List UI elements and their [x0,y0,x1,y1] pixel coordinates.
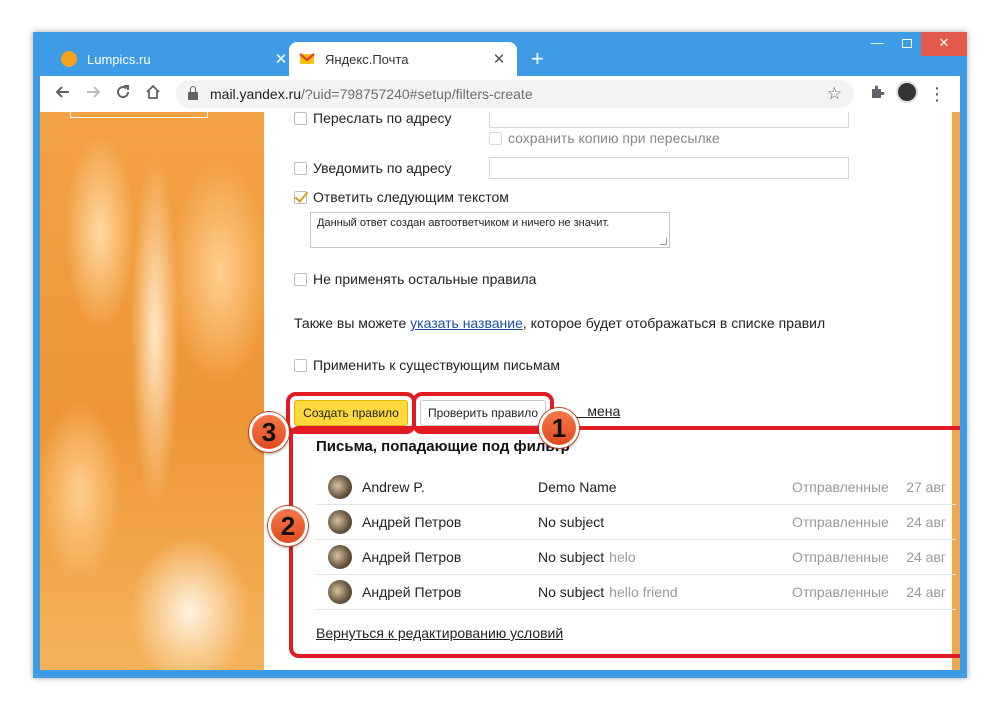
keep-copy-checkbox[interactable] [489,131,502,145]
tab-title: Lumpics.ru [87,51,151,67]
tab-strip: Lumpics.ru ✕ Яндекс.Почта ✕ + — ✕ [33,32,967,76]
resize-handle-icon[interactable] [660,238,667,245]
browser-window: Lumpics.ru ✕ Яндекс.Почта ✕ + — ✕ mail.y… [33,32,967,678]
forward-row: Переслать по адресу [294,112,451,126]
forward-checkbox[interactable] [294,112,307,125]
reply-text: Данный ответ создан автоответчиком и нич… [317,217,610,229]
notify-checkbox[interactable] [294,161,307,175]
profile-avatar-icon[interactable] [892,80,922,108]
tab-close-icon[interactable]: ✕ [491,50,507,68]
keep-copy-row: сохранить копию при пересылке [489,130,720,146]
star-icon[interactable]: ☆ [827,84,842,104]
tab-title: Яндекс.Почта [325,51,409,67]
menu-dots-icon[interactable]: ⋮ [922,84,952,105]
reply-checkbox[interactable] [294,190,307,204]
highlight-results [289,426,960,658]
back-arrow-icon[interactable] [48,84,78,105]
name-hint: Также вы можете указать название , котор… [294,315,825,331]
browser-toolbar: mail.yandex.ru/?uid=798757240#setup/filt… [40,76,960,112]
filter-settings-panel: Переслать по адресу сохранить копию при … [264,112,960,670]
lumpics-favicon-icon [61,51,77,67]
window-close-icon[interactable]: ✕ [921,32,967,56]
annotation-badge-2: 2 [268,506,308,546]
forward-label: Переслать по адресу [313,112,452,126]
reload-icon[interactable] [108,84,138,105]
address-bar[interactable]: mail.yandex.ru/?uid=798757240#setup/filt… [176,80,854,108]
name-hint-after: , которое будет отображаться в списке пр… [522,315,826,331]
keep-copy-label: сохранить копию при пересылке [508,130,720,146]
apply-existing-row: Применить к существующим письмам [294,357,560,373]
lock-icon [188,86,198,100]
maximize-icon[interactable] [893,32,921,56]
name-hint-before: Также вы можете [294,315,411,331]
minimize-icon[interactable]: — [863,32,891,56]
annotation-badge-1: 1 [539,408,579,448]
specify-name-link[interactable]: указать название [410,315,523,331]
tab-yandex-mail[interactable]: Яндекс.Почта ✕ [289,42,517,76]
reply-textarea[interactable]: Данный ответ создан автоответчиком и нич… [310,212,670,248]
new-tab-button[interactable]: + [531,46,544,72]
reply-label: Ответить следующим текстом [313,189,509,205]
reply-row: Ответить следующим текстом [294,189,509,205]
left-panel-button-edge [70,112,208,118]
home-icon[interactable] [138,84,168,105]
apply-existing-checkbox[interactable] [294,358,307,372]
yandex-mail-favicon-icon [299,51,315,67]
tab-lumpics[interactable]: Lumpics.ru ✕ [51,42,299,76]
stop-rules-row: Не применять остальные правила [294,271,536,287]
notify-label: Уведомить по адресу [313,160,452,176]
apply-existing-label: Применить к существующим письмам [313,357,561,373]
stop-rules-label: Не применять остальные правила [313,271,537,287]
cancel-label-tail: мена [587,403,621,419]
annotation-badge-3: 3 [249,412,289,452]
forward-address-input[interactable] [489,112,849,128]
stop-rules-checkbox[interactable] [294,272,307,286]
notify-row: Уведомить по адресу [294,160,452,176]
cancel-link[interactable]: Отмена [570,403,620,419]
page-viewport: Переслать по адресу сохранить копию при … [40,112,960,670]
notify-address-input[interactable] [489,157,849,179]
url-path: /?uid=798757240#setup/filters-create [301,86,533,102]
url-host: mail.yandex.ru [210,86,302,102]
extensions-icon[interactable] [862,84,892,105]
tab-close-icon[interactable]: ✕ [273,50,289,68]
forward-arrow-icon[interactable] [78,84,108,105]
